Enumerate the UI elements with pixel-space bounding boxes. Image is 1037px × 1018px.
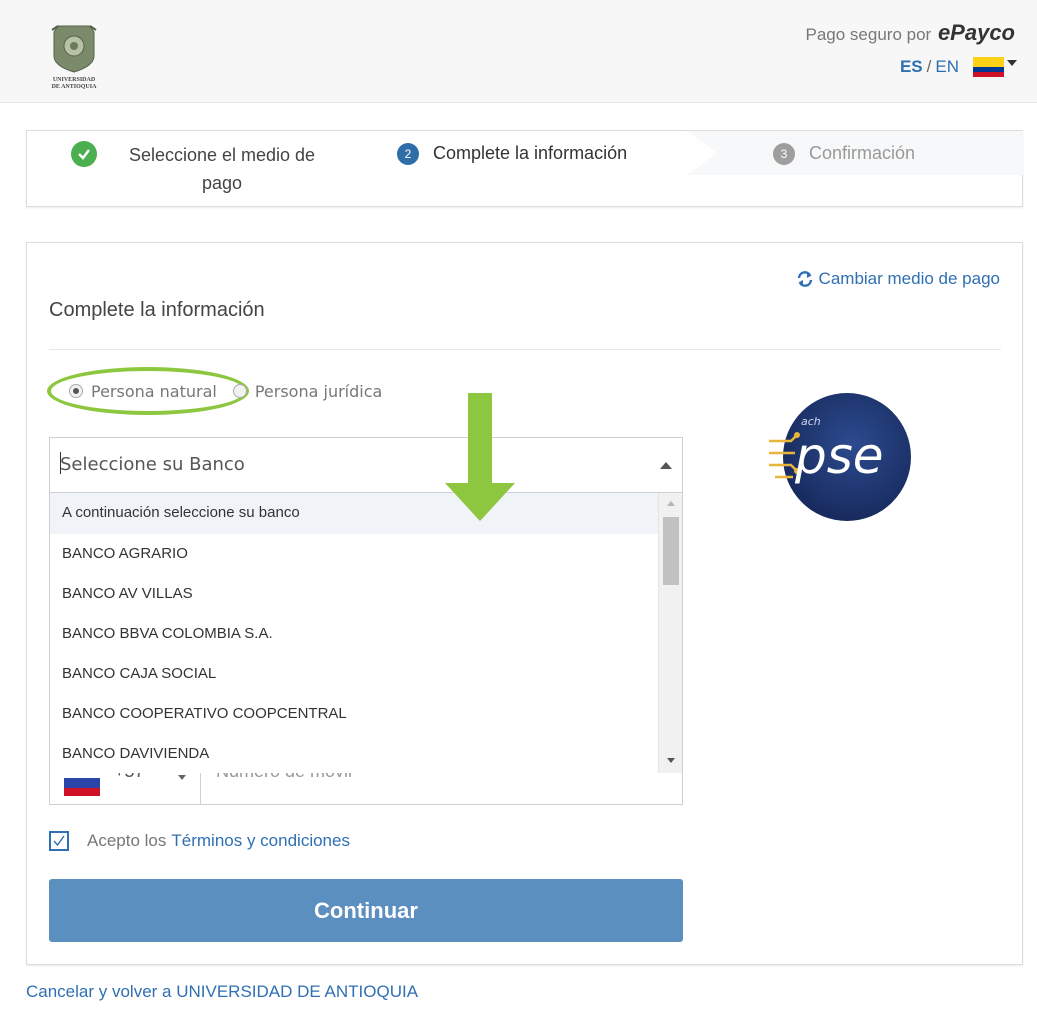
chevron-down-icon[interactable] <box>1007 60 1017 66</box>
chevron-up-icon[interactable] <box>660 462 672 469</box>
scroll-up-icon[interactable] <box>667 501 675 506</box>
list-item[interactable]: BANCO CAJA SOCIAL <box>50 654 658 694</box>
step-3-number: 3 <box>773 143 795 165</box>
radio-button-checked[interactable] <box>69 384 83 398</box>
radio-juridica-label: Persona jurídica <box>254 381 383 401</box>
down-arrow-annotation-icon <box>445 393 515 521</box>
terms-link[interactable]: Términos y condiciones <box>171 831 350 851</box>
lang-en-link[interactable]: EN <box>935 57 959 77</box>
lang-es-link[interactable]: ES <box>900 57 923 77</box>
phone-country-code[interactable]: +57 <box>114 773 145 782</box>
list-item[interactable]: BANCO COOPERATIVO COOPCENTRAL <box>50 694 658 734</box>
checkmark-icon <box>53 835 65 847</box>
step-2-number: 2 <box>397 143 419 165</box>
dropdown-scrollbar[interactable] <box>658 493 682 773</box>
payment-form-card: Cambiar medio de pago Complete la inform… <box>26 242 1023 965</box>
terms-checkbox[interactable] <box>49 831 69 851</box>
step-select-method: Seleccione el medio de pago <box>71 141 333 197</box>
language-switcher: ES / EN <box>900 57 1017 77</box>
scroll-down-icon[interactable] <box>667 758 675 763</box>
list-item[interactable]: A continuación seleccione su banco <box>50 493 658 534</box>
divider <box>200 773 201 804</box>
continue-button[interactable]: Continuar <box>49 879 683 942</box>
secure-text: Pago seguro por <box>805 25 932 44</box>
form-title: Complete la información <box>49 299 265 321</box>
check-circle-icon <box>71 141 97 167</box>
radio-persona-natural[interactable]: Persona natural <box>69 382 217 401</box>
colombia-flag-icon[interactable] <box>973 57 1004 77</box>
list-item[interactable]: BANCO AV VILLAS <box>50 574 658 614</box>
divider <box>49 349 1001 350</box>
pse-logo-icon: ach pse <box>769 393 911 521</box>
terms-row: Acepto los Términos y condiciones <box>49 831 350 851</box>
step-3-label: Confirmación <box>809 143 916 163</box>
bank-dropdown-list: A continuación seleccione su banco BANCO… <box>49 492 683 774</box>
change-payment-method-link[interactable]: Cambiar medio de pago <box>796 269 1000 289</box>
scrollbar-thumb[interactable] <box>663 517 679 585</box>
radio-natural-label: Persona natural <box>91 381 217 401</box>
text-cursor <box>60 452 61 474</box>
step-complete-info: 2 Complete la información <box>397 143 627 165</box>
lang-separator: / <box>926 57 932 76</box>
phone-number-input[interactable]: Número de móvil <box>216 773 352 782</box>
refresh-icon <box>797 271 812 287</box>
radio-button[interactable] <box>232 384 247 398</box>
colombia-flag-icon[interactable] <box>64 778 100 796</box>
svg-text:DE ANTIOQUIA: DE ANTIOQUIA <box>52 84 98 90</box>
list-item[interactable]: BANCO AGRARIO <box>50 534 658 574</box>
university-logo-icon: UNIVERSIDAD DE ANTIOQUIA <box>51 25 98 90</box>
bank-select[interactable]: Seleccione su Banco <box>49 437 683 493</box>
header-bar: UNIVERSIDAD DE ANTIOQUIA Pago seguro por… <box>0 0 1037 103</box>
svg-text:UNIVERSIDAD: UNIVERSIDAD <box>53 77 96 83</box>
step-2-label: Complete la información <box>433 143 628 163</box>
phone-input-group: +57 Número de móvil <box>49 773 683 805</box>
list-item[interactable]: BANCO BBVA COLOMBIA S.A. <box>50 614 658 654</box>
epayco-brand: ePayco <box>937 20 1015 45</box>
stepper-arrow <box>687 131 717 175</box>
list-item[interactable]: BANCO DAVIVIENDA <box>50 734 658 773</box>
bank-select-placeholder: Seleccione su Banco <box>60 454 245 475</box>
checkout-stepper: Seleccione el medio de pago 2 Complete l… <box>26 130 1023 207</box>
secure-payment-label: Pago seguro por ePayco <box>806 20 1016 46</box>
change-link-label: Cambiar medio de pago <box>818 269 1000 288</box>
terms-prefix: Acepto los <box>87 831 167 850</box>
svg-text:pse: pse <box>794 427 884 485</box>
person-type-radio-group: Persona natural Persona jurídica <box>47 367 398 415</box>
step-1-label: Seleccione el medio de pago <box>128 145 316 193</box>
chevron-down-icon[interactable] <box>178 775 186 780</box>
radio-persona-juridica[interactable]: Persona jurídica <box>232 381 383 401</box>
cancel-return-link[interactable]: Cancelar y volver a UNIVERSIDAD DE ANTIO… <box>26 982 418 1002</box>
step-confirmation: 3 Confirmación <box>773 143 915 165</box>
